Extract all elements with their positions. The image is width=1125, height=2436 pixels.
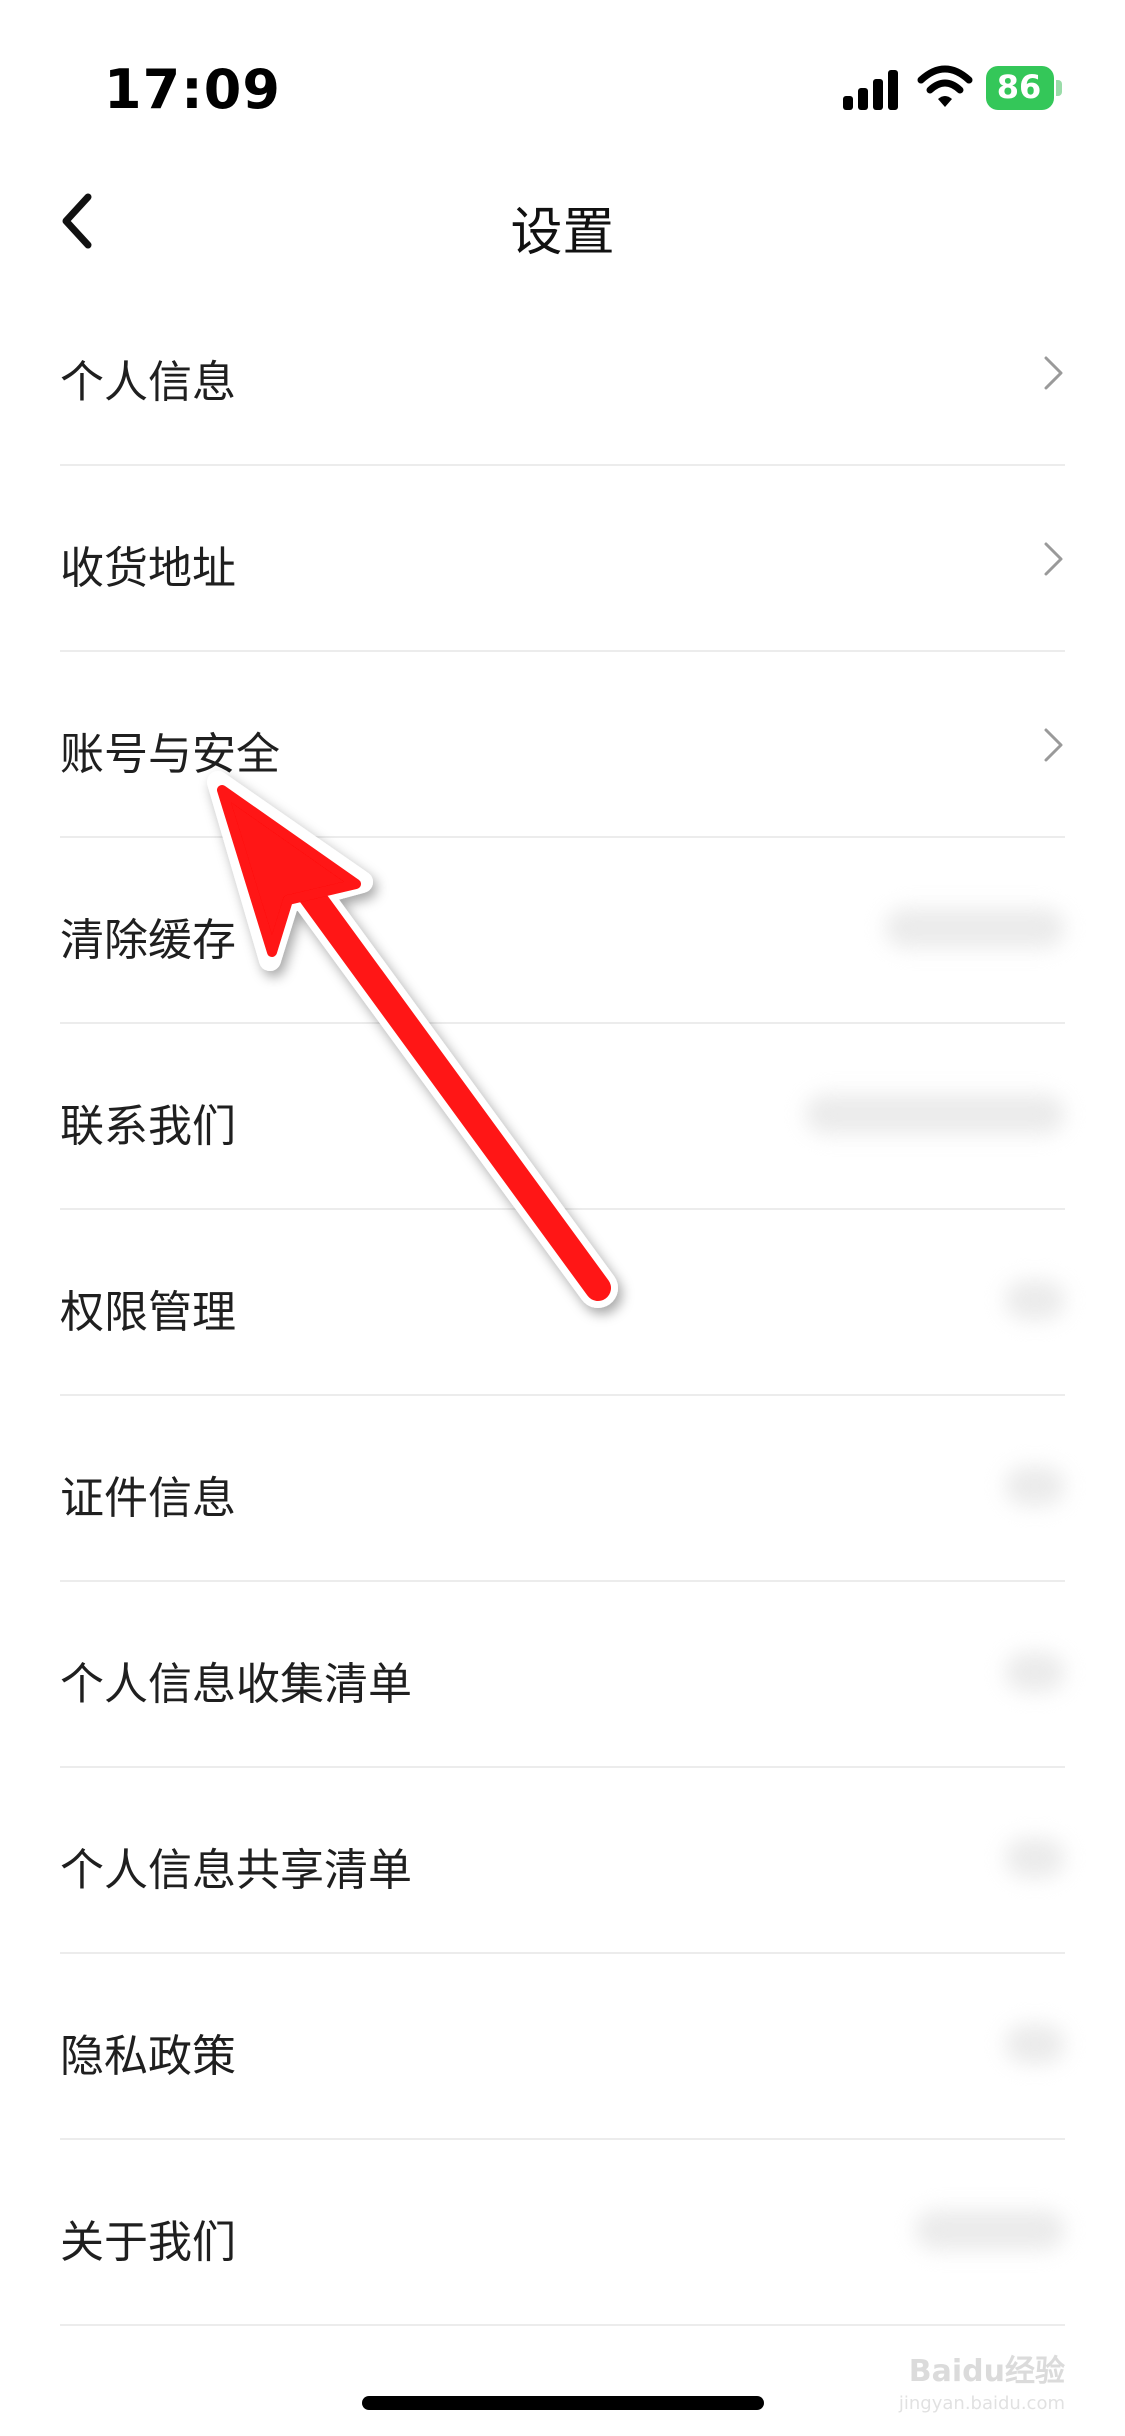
settings-row-label: 个人信息收集清单	[60, 1659, 412, 1710]
chevron-right-icon	[1044, 356, 1063, 390]
watermark-subtext: jingyan.baidu.com	[898, 2393, 1065, 2414]
settings-row-label: 联系我们	[60, 1101, 236, 1152]
settings-row-label: 账号与安全	[60, 729, 280, 780]
settings-row-label: 证件信息	[60, 1473, 236, 1524]
settings-row[interactable]: 个人信息	[0, 280, 1125, 466]
settings-row-value-blurred	[1005, 1466, 1065, 1506]
settings-row[interactable]: 收货地址	[0, 466, 1125, 652]
settings-row-value-blurred	[915, 2210, 1065, 2250]
settings-row-label: 关于我们	[60, 2217, 236, 2268]
settings-row-value-blurred	[1005, 1280, 1065, 1320]
settings-row[interactable]: 联系我们	[0, 1024, 1125, 1210]
settings-list: 个人信息收货地址账号与安全清除缓存联系我们权限管理证件信息个人信息收集清单 个人信…	[0, 280, 1125, 2326]
navigation-bar: 设置	[0, 160, 1125, 280]
settings-row[interactable]: 隐私政策	[0, 1954, 1125, 2140]
settings-row[interactable]: 清除缓存	[0, 838, 1125, 1024]
page-title: 设置	[510, 203, 615, 263]
settings-row-value-blurred	[1005, 2024, 1065, 2064]
chevron-right-icon	[1044, 542, 1063, 576]
settings-row-value-blurred	[1005, 1838, 1065, 1878]
settings-row[interactable]: 账号与安全	[0, 652, 1125, 838]
watermark-text: Baidu经验	[908, 2354, 1065, 2389]
watermark: Baidu经验 jingyan.baidu.com	[875, 2310, 1065, 2414]
wifi-icon	[917, 65, 973, 107]
settings-row[interactable]: 个人信息共享清单	[0, 1768, 1125, 1954]
home-indicator	[362, 2396, 764, 2410]
settings-row[interactable]: 个人信息收集清单	[0, 1582, 1125, 1768]
settings-row-label: 权限管理	[60, 1287, 236, 1338]
battery-level: 86	[996, 68, 1042, 106]
settings-row[interactable]: 权限管理	[0, 1210, 1125, 1396]
chevron-right-icon	[1044, 728, 1063, 762]
status-time: 17:09	[104, 58, 281, 121]
battery-indicator: 86	[986, 66, 1064, 110]
battery-cap	[1056, 80, 1062, 96]
settings-row-label: 个人信息	[60, 357, 236, 408]
settings-row-label: 个人信息共享清单	[60, 1845, 412, 1896]
settings-row-label: 隐私政策	[60, 2031, 236, 2082]
cellular-signal-icon	[843, 70, 898, 110]
settings-row-label: 清除缓存	[60, 915, 236, 966]
settings-row[interactable]: 证件信息	[0, 1396, 1125, 1582]
settings-row-label: 收货地址	[60, 543, 236, 594]
settings-row[interactable]: 关于我们	[0, 2140, 1125, 2326]
settings-row-value-blurred	[885, 908, 1065, 948]
settings-row-value-blurred	[1005, 1652, 1065, 1692]
settings-row-value-blurred	[805, 1094, 1065, 1134]
status-bar: 17:09 86	[0, 0, 1125, 150]
